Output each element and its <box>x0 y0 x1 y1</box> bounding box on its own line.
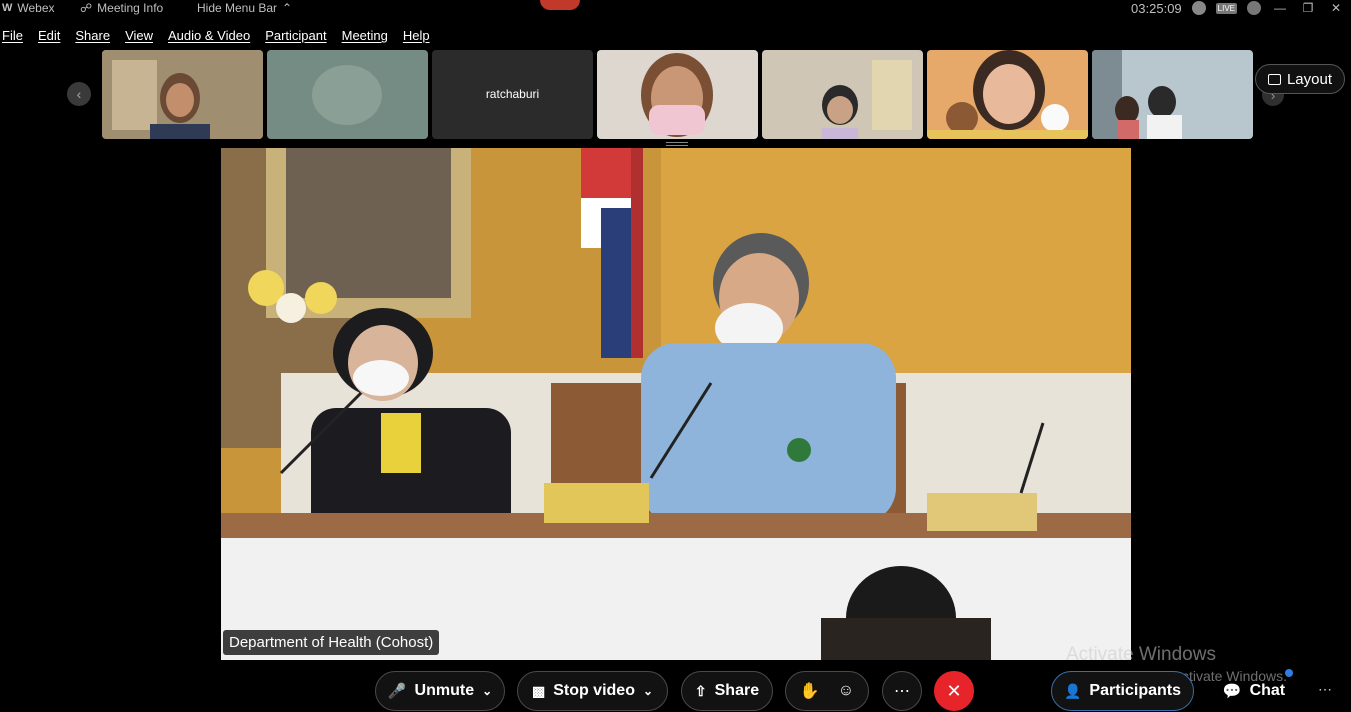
participants-button[interactable]: 👤 Participants <box>1051 671 1194 711</box>
stop-video-button[interactable]: ▩ Stop video ⌄ <box>517 671 668 711</box>
participant-thumbnail[interactable] <box>762 50 923 139</box>
video-camera-icon: ▩ <box>531 682 546 699</box>
participant-video <box>1092 50 1253 139</box>
reaction-icon[interactable]: ☺ <box>838 682 854 700</box>
participant-video <box>762 50 923 139</box>
menu-share[interactable]: Share <box>75 28 110 46</box>
menu-view[interactable]: View <box>125 28 153 46</box>
participant-video <box>597 50 758 139</box>
participant-name: ratchaburi <box>485 87 540 101</box>
close-icon[interactable]: ✕ <box>1327 1 1345 15</box>
participant-thumbnail[interactable] <box>267 50 428 139</box>
meeting-info-button[interactable]: ☍ Meeting Info <box>80 0 163 16</box>
status-icon <box>1191 1 1206 15</box>
clock: 03:25:09 <box>1131 0 1182 16</box>
close-icon: ✕ <box>946 680 962 701</box>
leave-meeting-button[interactable]: ✕ <box>934 671 974 711</box>
chevron-down-icon: ⌄ <box>482 684 493 698</box>
share-screen-icon: ⇧ <box>694 682 707 699</box>
menu-edit[interactable]: Edit <box>38 28 60 46</box>
raise-hand-icon[interactable]: ✋ <box>800 681 820 701</box>
menu-help[interactable]: Help <box>403 28 430 46</box>
microphone-muted-icon: 🎤 <box>387 683 407 700</box>
app-title: W Webex <box>2 1 55 15</box>
menu-audio-video[interactable]: Audio & Video <box>168 28 250 46</box>
more-options-button[interactable]: ⋯ <box>882 671 922 711</box>
notification-dot <box>1285 669 1293 677</box>
chat-bubble-icon: 💬 <box>1222 683 1242 700</box>
titlebar-right: 03:25:09 LIVE — ❐ ✕ <box>1131 0 1351 16</box>
participant-strip: ratchaburi <box>102 50 1253 139</box>
menu-participant[interactable]: Participant <box>265 28 326 46</box>
participant-thumbnail[interactable] <box>102 50 263 139</box>
chevron-left-icon: ‹ <box>76 86 82 102</box>
webex-logo-icon: W <box>2 2 13 14</box>
chevron-up-icon: ⌃ <box>282 1 293 15</box>
reactions-group: ✋ ☺ <box>785 671 869 711</box>
previous-page-button[interactable]: ‹ <box>67 82 91 106</box>
participant-video <box>102 50 263 139</box>
activation-watermark-title: Activate Windows <box>1066 644 1216 665</box>
main-video-stage[interactable] <box>221 148 1131 660</box>
menu-meeting[interactable]: Meeting <box>342 28 388 46</box>
participant-thumbnail[interactable] <box>1092 50 1253 139</box>
title-bar: W Webex ☍ Meeting Info Hide Menu Bar ⌃ 0… <box>0 0 1351 16</box>
menu-bar: File Edit Share View Audio & Video Parti… <box>0 28 430 46</box>
participant-video <box>927 50 1088 139</box>
share-button[interactable]: ⇧ Share <box>681 671 773 711</box>
hide-menu-bar-button[interactable]: Hide Menu Bar ⌃ <box>197 0 292 16</box>
menu-file[interactable]: File <box>2 28 23 46</box>
active-speaker-video <box>221 148 1131 660</box>
chevron-down-icon: ⌄ <box>642 684 654 698</box>
layout-button[interactable]: Layout <box>1255 64 1345 94</box>
signal-icon <box>1247 1 1261 15</box>
participant-thumbnail[interactable]: ratchaburi <box>432 50 593 139</box>
participant-thumbnail[interactable] <box>597 50 758 139</box>
recording-indicator[interactable] <box>540 0 580 10</box>
person-icon: 👤 <box>1063 682 1082 699</box>
minimize-icon[interactable]: — <box>1271 1 1289 15</box>
unmute-button[interactable]: 🎤 Unmute ⌄ <box>375 671 505 711</box>
shield-icon: ☍ <box>80 1 93 15</box>
layout-icon <box>1267 73 1281 85</box>
panel-options-icon[interactable]: ⋯ <box>1318 681 1332 698</box>
participant-thumbnail[interactable] <box>927 50 1088 139</box>
active-speaker-label: Department of Health (Cohost) <box>223 630 440 655</box>
ellipsis-icon: ⋯ <box>894 683 910 700</box>
chat-button[interactable]: 💬 Chat <box>1206 671 1302 711</box>
resize-handle[interactable] <box>666 142 688 146</box>
restore-icon[interactable]: ❐ <box>1299 1 1317 15</box>
participant-video <box>267 50 428 139</box>
live-badge: LIVE <box>1215 2 1237 14</box>
